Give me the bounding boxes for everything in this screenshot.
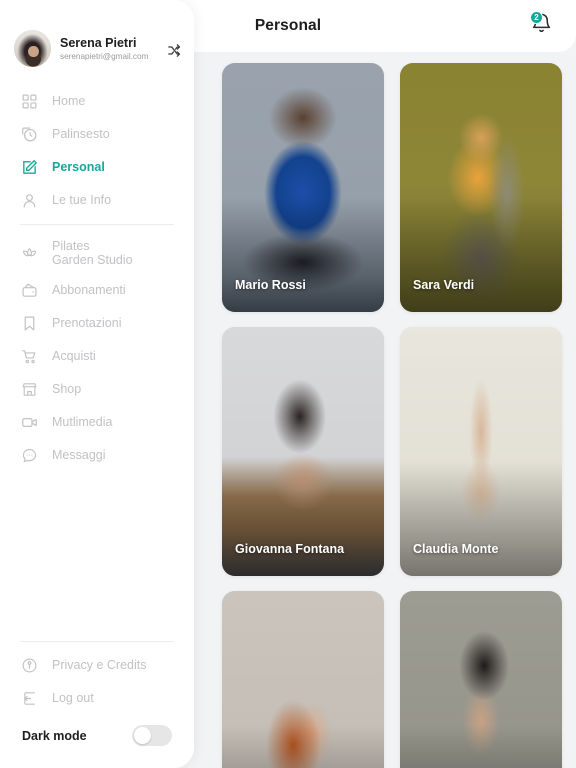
- sidebar-item-label: Le tue Info: [52, 193, 112, 208]
- bookmark-icon: [20, 314, 39, 333]
- trainer-name: Giovanna Fontana: [235, 542, 345, 556]
- person-icon: [20, 191, 39, 210]
- trainer-card[interactable]: [400, 591, 562, 768]
- trainer-card[interactable]: Claudia Monte: [400, 327, 562, 576]
- dark-mode-toggle[interactable]: [132, 725, 172, 746]
- divider: [20, 224, 174, 225]
- sidebar-nav-primary: Home Palinsesto Personal Le tue Info: [0, 85, 194, 217]
- wallet-icon: [20, 281, 39, 300]
- sidebar-footer: Privacy e Credits Log out Dark mode: [0, 634, 194, 768]
- schedule-clock-icon: [20, 125, 39, 144]
- cart-icon: [20, 347, 39, 366]
- shuffle-icon[interactable]: [164, 40, 184, 60]
- sidebar-item-palinsesto[interactable]: Palinsesto: [0, 118, 194, 151]
- logout-icon: [20, 689, 39, 708]
- sidebar-item-label: Shop: [52, 382, 82, 397]
- sidebar-item-messaggi[interactable]: Messaggi: [0, 439, 194, 472]
- sidebar-item-mutlimedia[interactable]: Mutlimedia: [0, 406, 194, 439]
- trainer-name: Claudia Monte: [413, 542, 499, 556]
- sidebar-item-privacy-credits[interactable]: Privacy e Credits: [0, 649, 194, 682]
- sidebar-item-log-out[interactable]: Log out: [0, 682, 194, 715]
- sidebar-item-label: Acquisti: [52, 349, 96, 364]
- avatar: [14, 30, 51, 67]
- sidebar-item-label: Messaggi: [52, 448, 106, 463]
- sidebar-item-prenotazioni[interactable]: Prenotazioni: [0, 307, 194, 340]
- sidebar-item-label: Mutlimedia: [52, 415, 113, 430]
- sidebar-item-acquisti[interactable]: Acquisti: [0, 340, 194, 373]
- sidebar-item-label: Personal: [52, 160, 105, 175]
- sidebar-item-personal[interactable]: Personal: [0, 151, 194, 184]
- sidebar-item-label: Home: [52, 94, 86, 109]
- sidebar-item-abbonamenti[interactable]: Abbonamenti: [0, 274, 194, 307]
- trainer-card[interactable]: [222, 591, 384, 768]
- video-icon: [20, 413, 39, 432]
- content-area[interactable]: Mario Rossi Sara Verdi Giovanna Fontana …: [194, 52, 576, 768]
- sidebar-item-le-tue-info[interactable]: Le tue Info: [0, 184, 194, 217]
- page-title: Personal: [254, 17, 322, 34]
- profile-section[interactable]: Serena Pietri serenapietri@gmail.com: [0, 0, 194, 67]
- store-icon: [20, 380, 39, 399]
- edit-square-icon: [20, 158, 39, 177]
- trainer-card-grid: Mario Rossi Sara Verdi Giovanna Fontana …: [194, 52, 576, 768]
- profile-email: serenapietri@gmail.com: [60, 52, 149, 61]
- sidebar-item-label: Log out: [52, 691, 94, 706]
- sidebar-item-label: Prenotazioni: [52, 316, 122, 331]
- sidebar-item-pilates-garden-studio[interactable]: Pilates Garden Studio: [0, 232, 194, 274]
- sidebar-item-label: Pilates Garden Studio: [52, 239, 133, 268]
- info-circle-icon: [20, 656, 39, 675]
- sidebar: Serena Pietri serenapietri@gmail.com Hom…: [0, 0, 194, 768]
- sidebar-item-label: Privacy e Credits: [52, 658, 147, 673]
- trainer-name: Sara Verdi: [413, 278, 475, 292]
- dark-mode-label: Dark mode: [22, 728, 87, 743]
- notifications-button[interactable]: 2: [530, 11, 558, 40]
- sidebar-item-label: Palinsesto: [52, 127, 110, 142]
- sidebar-item-label: Abbonamenti: [52, 283, 126, 298]
- lotus-icon: [20, 244, 39, 263]
- trainer-card[interactable]: Sara Verdi: [400, 63, 562, 312]
- app-root: Serena Pietri serenapietri@gmail.com Hom…: [0, 0, 576, 768]
- trainer-card[interactable]: Mario Rossi: [222, 63, 384, 312]
- sidebar-item-label-line2: Garden Studio: [52, 253, 133, 267]
- grid-icon: [20, 92, 39, 111]
- sidebar-item-home[interactable]: Home: [0, 85, 194, 118]
- sidebar-nav-secondary: Pilates Garden Studio Abbonamenti Prenot…: [0, 232, 194, 472]
- trainer-name: Mario Rossi: [235, 278, 306, 292]
- sidebar-item-label-line1: Pilates: [52, 238, 90, 253]
- divider: [20, 641, 174, 642]
- profile-name: Serena Pietri: [60, 36, 137, 50]
- chat-icon: [20, 446, 39, 465]
- sidebar-item-shop[interactable]: Shop: [0, 373, 194, 406]
- dark-mode-row: Dark mode: [0, 715, 194, 746]
- trainer-card[interactable]: Giovanna Fontana: [222, 327, 384, 576]
- notification-badge: 2: [530, 11, 543, 24]
